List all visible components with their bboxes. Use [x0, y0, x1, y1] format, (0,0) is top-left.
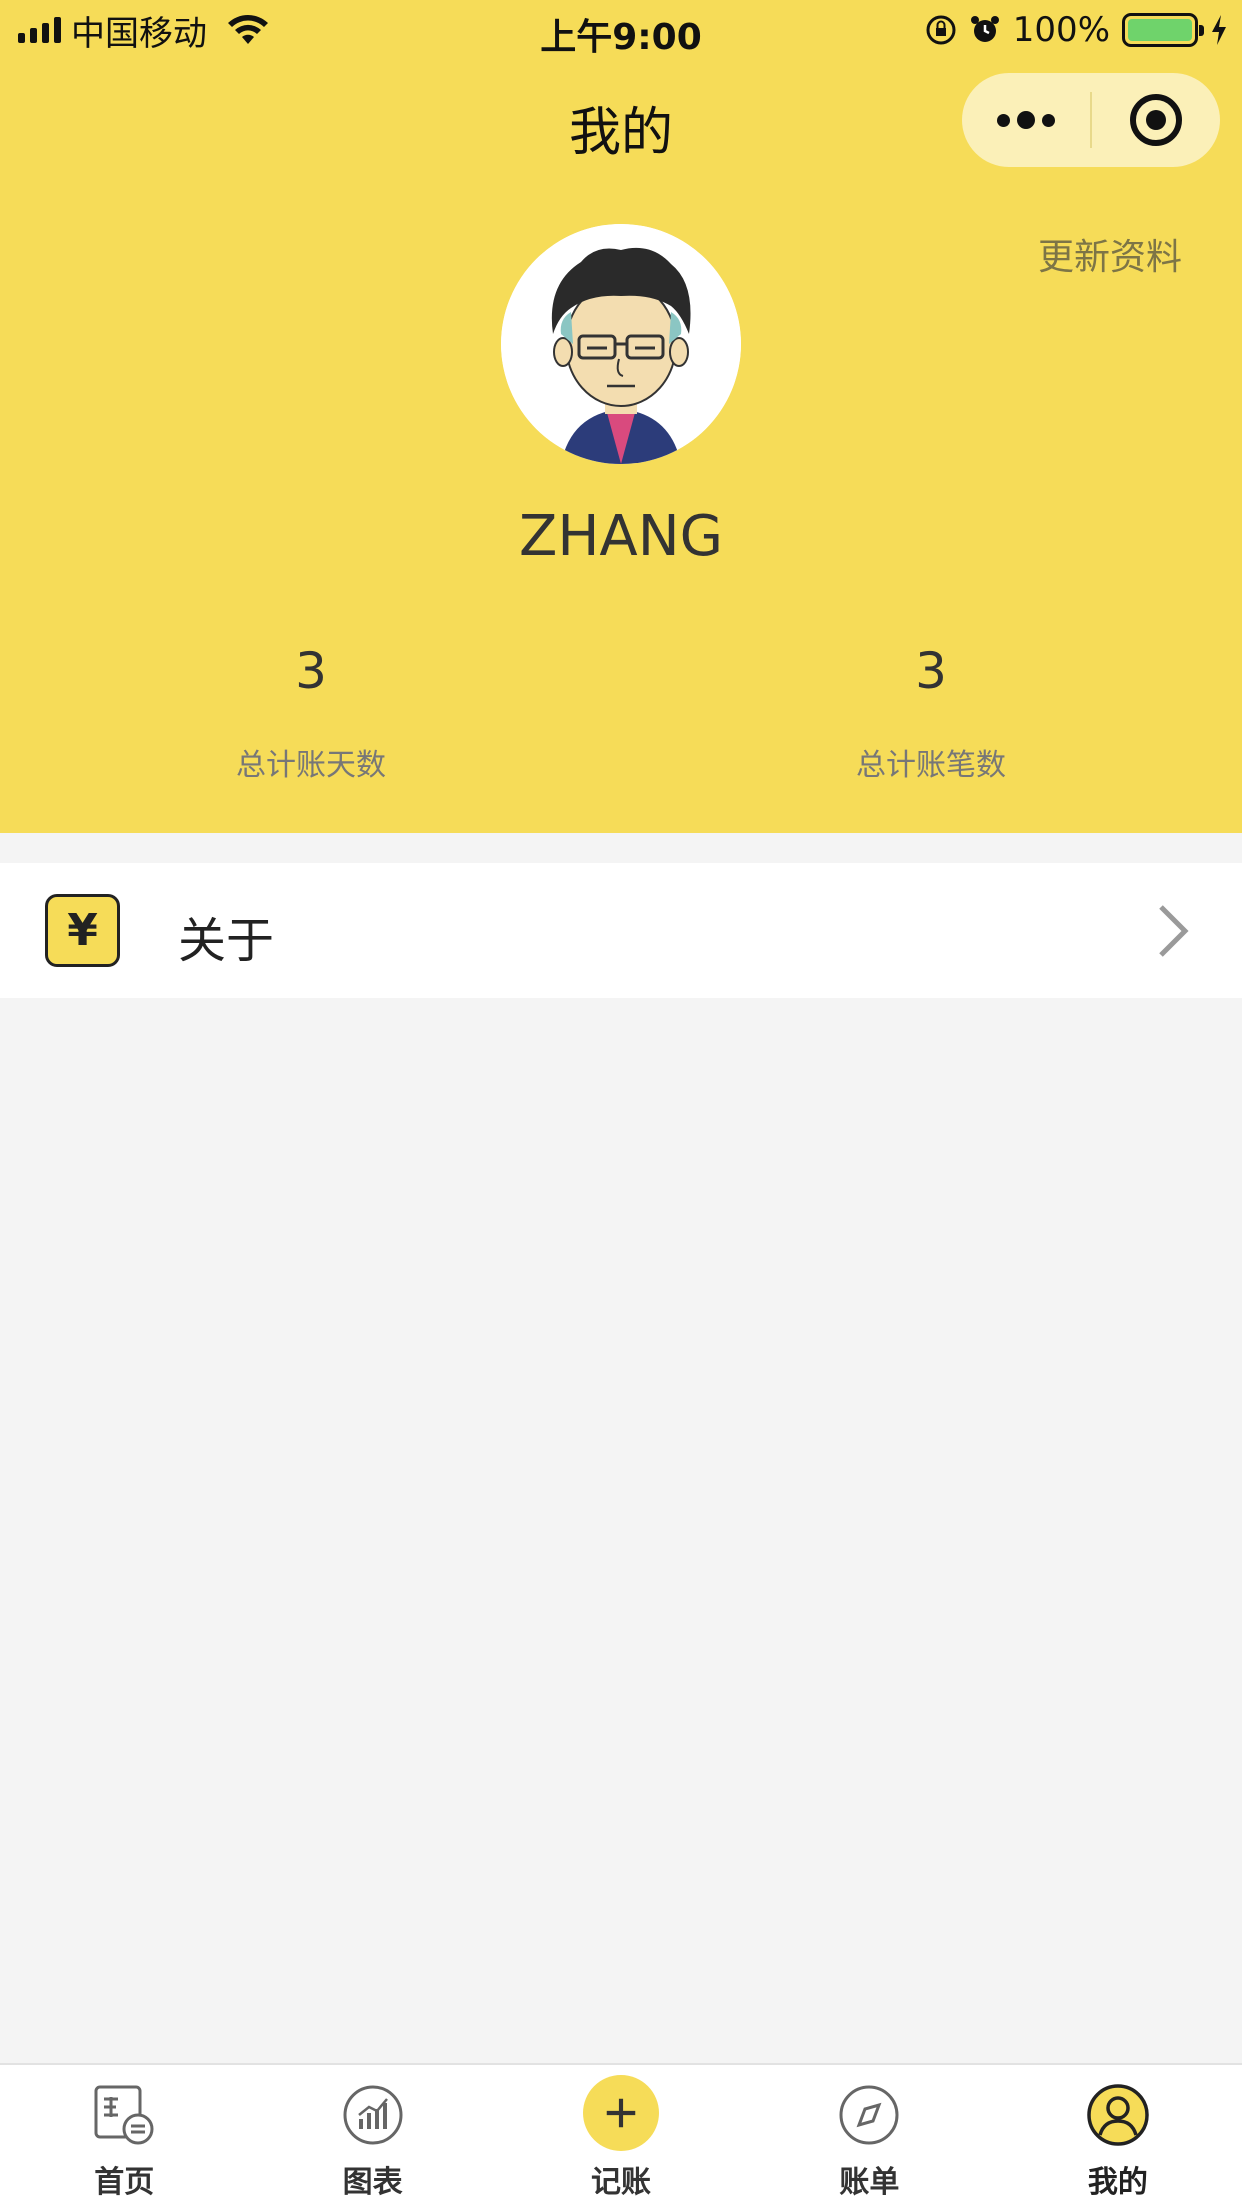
update-profile-link[interactable]: 更新资料 — [1038, 228, 1182, 280]
stat-days-value: 3 — [295, 642, 327, 700]
rotation-lock-icon — [926, 15, 956, 45]
tab-add-record[interactable]: 记账 — [497, 2065, 745, 2208]
tab-charts-label: 图表 — [342, 2165, 403, 2200]
username: ZHANG — [518, 504, 724, 569]
tab-home[interactable]: 首页 — [0, 2065, 248, 2208]
stat-total-days: 3 总计账天数 — [161, 642, 461, 784]
user-icon — [1087, 2084, 1149, 2146]
target-icon — [1130, 94, 1182, 146]
avatar[interactable] — [501, 224, 741, 464]
about-label: 关于 — [178, 913, 275, 969]
ledger-icon — [94, 2085, 154, 2145]
close-mini-program-button[interactable] — [1092, 73, 1220, 167]
avatar-illustration — [501, 224, 741, 464]
tab-add-record-label: 记账 — [591, 2165, 652, 2200]
tab-bills-label: 账单 — [839, 2165, 900, 2200]
tab-charts[interactable]: 图表 — [248, 2065, 496, 2208]
stat-entries-label: 总计账笔数 — [856, 748, 1006, 783]
stat-days-label: 总计账天数 — [236, 748, 386, 783]
tab-bar: 首页 图表 记账 账单 我的 — [0, 2063, 1242, 2208]
chart-icon — [343, 2085, 403, 2145]
alarm-icon — [970, 16, 999, 42]
stat-entries-value: 3 — [915, 642, 947, 700]
tab-mine[interactable]: 我的 — [994, 2065, 1242, 2208]
tab-home-label: 首页 — [94, 2165, 155, 2200]
yuan-icon: ¥ — [45, 894, 120, 967]
compass-icon — [839, 2085, 899, 2145]
tab-mine-label: 我的 — [1087, 2165, 1148, 2200]
battery-percent: 100% — [1012, 10, 1110, 50]
charging-icon — [1212, 15, 1226, 45]
more-menu-button[interactable] — [962, 73, 1090, 167]
mini-program-capsule — [962, 73, 1220, 167]
about-menu-item[interactable]: ¥ 关于 — [0, 863, 1242, 998]
status-bar: 中国移动 上午9:00 100% — [0, 0, 1242, 60]
stat-total-entries: 3 总计账笔数 — [781, 642, 1081, 784]
tab-bills[interactable]: 账单 — [745, 2065, 993, 2208]
profile-header: 中国移动 上午9:00 100% 我的 更新资料 ZHANG 3 总计账天数 3… — [0, 0, 1242, 833]
plus-icon — [583, 2075, 660, 2151]
chevron-right-icon — [1159, 905, 1189, 957]
battery-icon — [1122, 13, 1204, 47]
